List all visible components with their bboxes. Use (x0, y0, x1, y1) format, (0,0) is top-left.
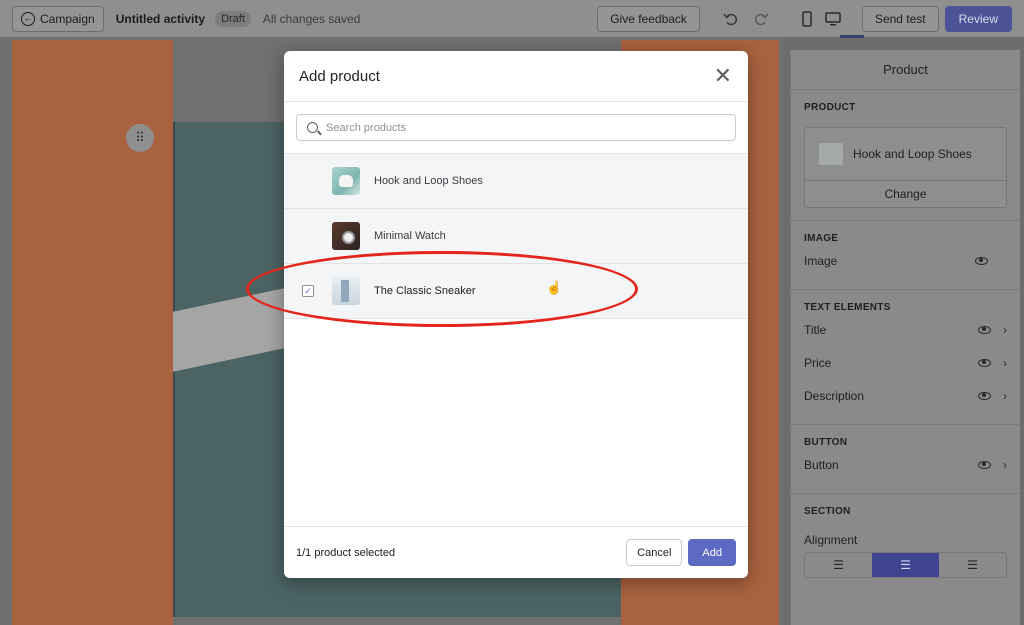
product-list-item[interactable]: ✓ The Classic Sneaker (284, 264, 748, 319)
align-right-icon[interactable]: ☰ (939, 553, 1006, 577)
modal-footer: 1/1 product selected Cancel Add (284, 526, 748, 578)
button-section: BUTTON Button › (791, 425, 1020, 494)
product-list-item[interactable]: Minimal Watch (284, 209, 748, 264)
back-arrow-icon: ← (21, 11, 35, 26)
back-label: Campaign (40, 11, 95, 26)
description-row[interactable]: Description › (804, 379, 1007, 412)
eye-icon[interactable] (978, 325, 991, 334)
product-section: PRODUCT Hook and Loop Shoes Change (791, 90, 1020, 221)
product-thumbnail (332, 167, 360, 195)
row-label: Description (804, 388, 865, 403)
panel-title: Product (791, 50, 1020, 90)
eye-icon[interactable] (975, 256, 988, 265)
product-name: Hook and Loop Shoes (853, 147, 972, 161)
title-row[interactable]: Title › (804, 313, 1007, 346)
section-title: IMAGE (804, 233, 839, 244)
section-settings: SECTION Alignment ☰ ☰ ☰ (791, 494, 1020, 590)
modal-title: Add product (299, 67, 380, 85)
product-name: The Classic Sneaker (374, 285, 476, 297)
selection-count: 1/1 product selected (296, 546, 396, 559)
search-box[interactable] (296, 114, 736, 141)
add-button[interactable]: Add (688, 539, 736, 566)
text-elements-section: TEXT ELEMENTS Title › Price › Descriptio… (791, 290, 1020, 425)
alignment-control: ☰ ☰ ☰ (804, 552, 1007, 578)
section-title: PRODUCT (804, 102, 856, 113)
give-feedback-button[interactable]: Give feedback (597, 5, 700, 32)
eye-icon[interactable] (978, 460, 991, 469)
chevron-right-icon: › (1003, 322, 1007, 337)
checkbox-slot: ✓ (296, 285, 320, 297)
undo-icon[interactable] (718, 6, 744, 32)
alignment-label: Alignment (804, 533, 858, 547)
review-button[interactable]: Review (944, 5, 1012, 32)
product-list-item[interactable]: Hook and Loop Shoes (284, 154, 748, 209)
product-thumbnail (332, 277, 360, 305)
eye-icon[interactable] (978, 391, 991, 400)
send-test-button[interactable]: Send test (861, 5, 939, 32)
product-card: Hook and Loop Shoes Change (804, 127, 1007, 208)
save-status: All changes saved (262, 11, 361, 26)
search-input[interactable] (326, 121, 735, 134)
eye-icon[interactable] (978, 358, 991, 367)
change-product-button[interactable]: Change (805, 181, 1006, 207)
image-row[interactable]: Image (804, 244, 1007, 277)
row-label: Price (804, 355, 832, 370)
row-label: Image (804, 253, 838, 268)
section-title: SECTION (804, 506, 851, 517)
top-bar: ← Campaign Untitled activity Draft All c… (0, 0, 1024, 37)
button-row[interactable]: Button › (804, 448, 1007, 481)
product-card-info: Hook and Loop Shoes (805, 128, 1006, 181)
cancel-button[interactable]: Cancel (626, 539, 683, 566)
align-center-icon[interactable]: ☰ (872, 553, 939, 577)
chevron-right-icon: › (1003, 457, 1007, 472)
drag-handle-icon[interactable]: ⠿ (126, 124, 154, 152)
status-badge: Draft (215, 10, 251, 27)
price-row[interactable]: Price › (804, 346, 1007, 379)
add-product-modal: Add product ✕ Hook and Loop Shoes Minima… (284, 51, 748, 578)
back-to-campaign-button[interactable]: ← Campaign (12, 5, 104, 32)
redo-icon[interactable] (748, 6, 774, 32)
section-title: BUTTON (804, 437, 848, 448)
activity-title: Untitled activity (115, 11, 206, 26)
product-checkbox[interactable]: ✓ (302, 285, 314, 297)
row-label: Title (804, 322, 827, 337)
search-container (284, 102, 748, 154)
align-left-icon[interactable]: ☰ (805, 553, 872, 577)
active-view-indicator (840, 35, 864, 38)
product-name: Minimal Watch (374, 230, 446, 242)
section-title: TEXT ELEMENTS (804, 302, 891, 313)
modal-header: Add product ✕ (284, 51, 748, 102)
close-icon[interactable]: ✕ (714, 65, 732, 87)
row-label: Button (804, 457, 839, 472)
product-name: Hook and Loop Shoes (374, 175, 483, 187)
mobile-icon[interactable] (794, 6, 820, 32)
chevron-right-icon: › (1003, 355, 1007, 370)
settings-panel: Product PRODUCT Hook and Loop Shoes Chan… (790, 50, 1020, 625)
product-thumbnail (332, 222, 360, 250)
chevron-right-icon: › (1003, 388, 1007, 403)
image-section: IMAGE Image (791, 221, 1020, 290)
hand-cursor-icon: ☝ (546, 280, 563, 295)
product-thumbnail (819, 143, 843, 165)
desktop-icon[interactable] (820, 6, 846, 32)
search-icon (307, 122, 318, 133)
